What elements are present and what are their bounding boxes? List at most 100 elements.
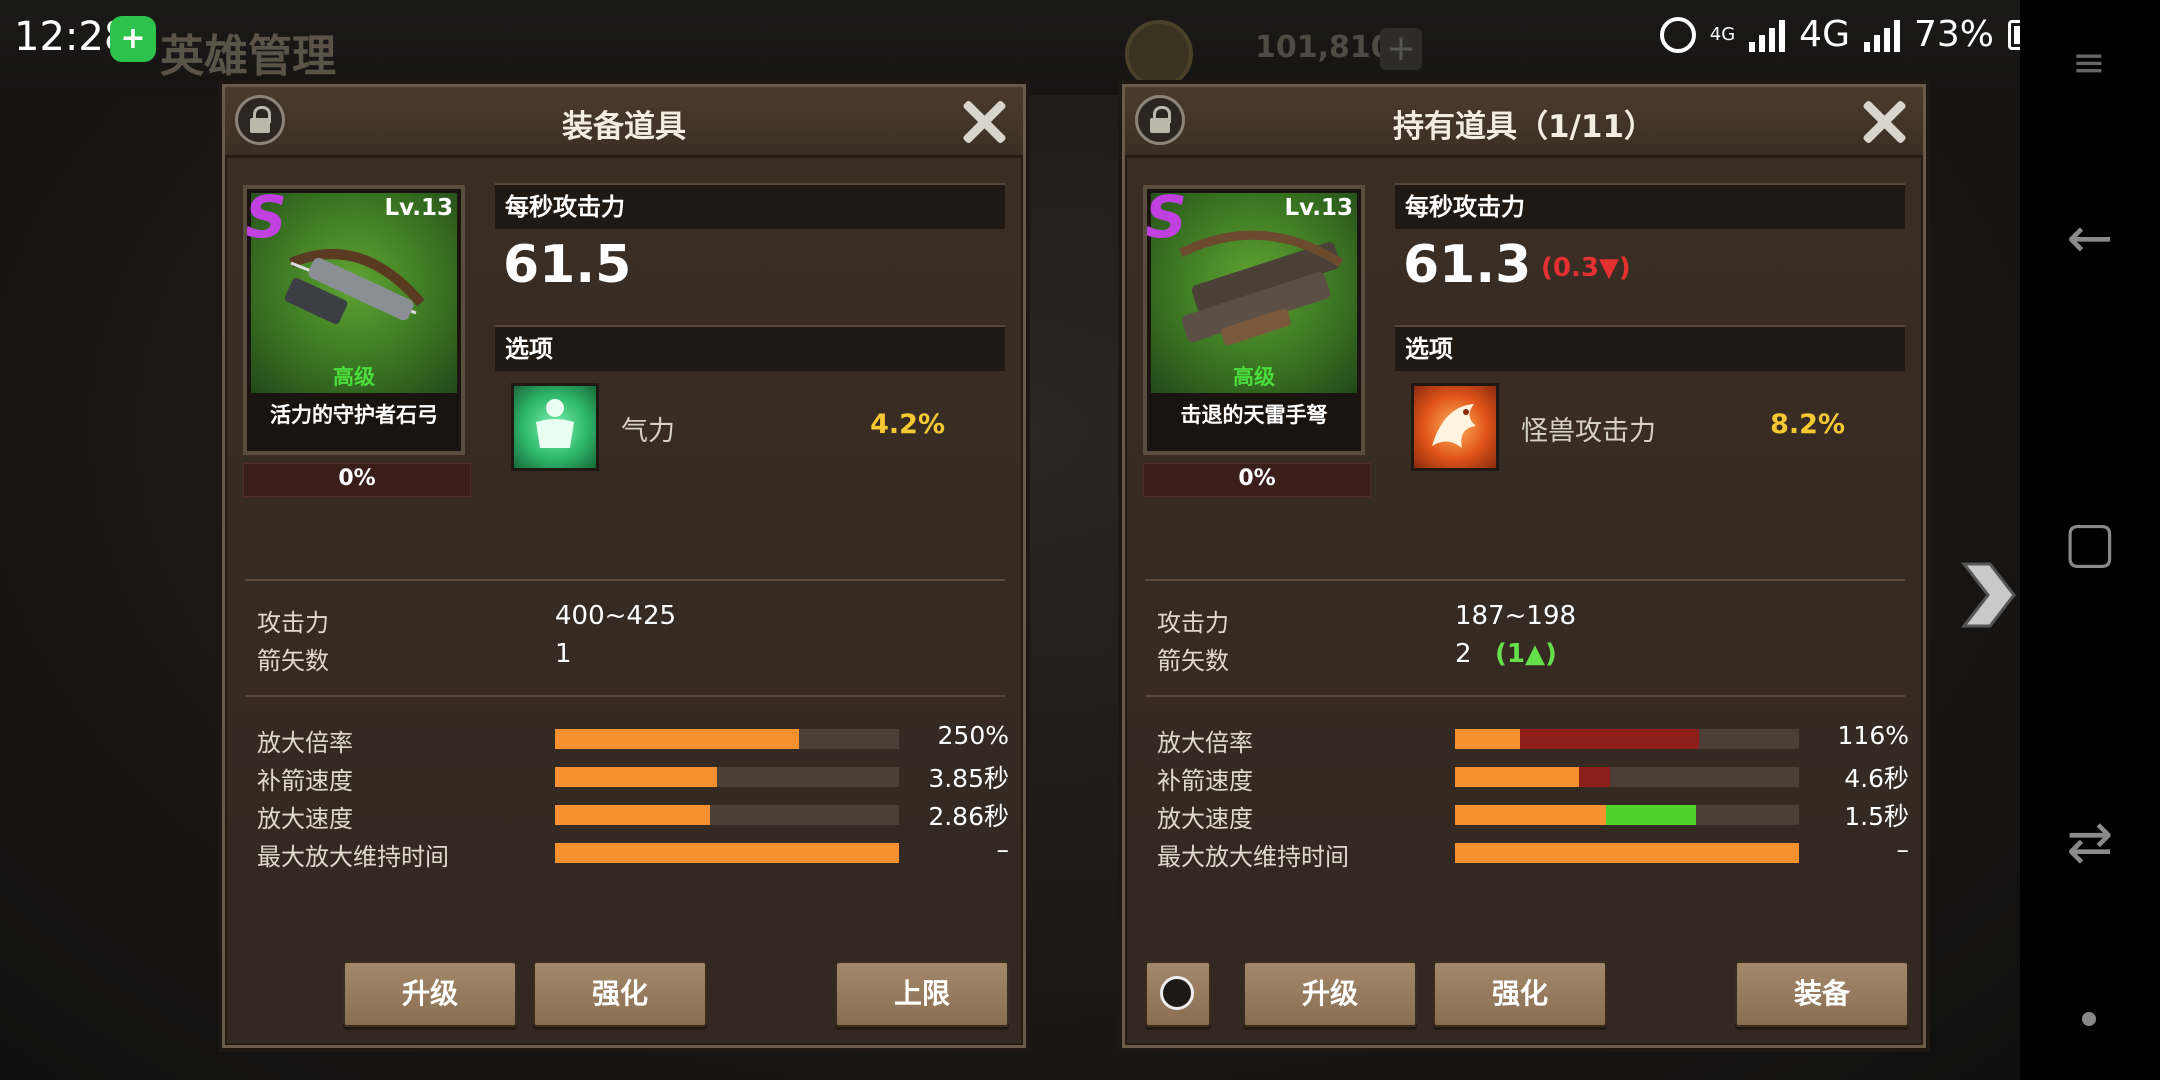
bar-label: 补箭速度 xyxy=(1157,767,1253,795)
recent-apps-icon[interactable]: ▢ xyxy=(2060,510,2120,575)
enhance-button[interactable]: 强化 xyxy=(1433,961,1607,1027)
stat-label: 攻击力 xyxy=(1157,609,1229,637)
bar-label: 最大放大维持时间 xyxy=(1157,843,1349,871)
close-icon[interactable] xyxy=(1859,95,1909,145)
upgrade-button[interactable]: 升级 xyxy=(343,961,517,1027)
status-right: 4G 4G 73% xyxy=(1659,14,2076,55)
options-header: 选项 xyxy=(1395,327,1905,371)
bar-label: 放大倍率 xyxy=(257,729,353,757)
bar-fill xyxy=(555,843,899,863)
alarm-icon xyxy=(1659,16,1696,53)
option-icon xyxy=(511,383,599,471)
upgrade-button[interactable]: 升级 xyxy=(1243,961,1417,1027)
equipped-item-panel: 装备道具 S Lv.13 高级 活力的守护者石弓 0% 每秒攻击力 61.5 选… xyxy=(222,84,1026,1048)
item-name: 活力的守护者石弓 xyxy=(270,403,438,427)
divider xyxy=(1145,695,1905,697)
item-level: Lv.13 xyxy=(1284,195,1353,221)
divider xyxy=(245,579,1005,581)
option-icon xyxy=(1411,383,1499,471)
nav-dot-icon xyxy=(2082,1012,2096,1026)
option-value: 4.2% xyxy=(870,409,945,440)
stat-value: 2 xyxy=(1455,639,1472,669)
stat-bar xyxy=(1455,767,1799,787)
stat-label: 箭矢数 xyxy=(1157,647,1229,675)
stat-value: 1 xyxy=(555,639,572,669)
battery-percent: 73% xyxy=(1913,14,1994,55)
item-grade: 高级 xyxy=(1233,365,1275,389)
item-name: 击退的天雷手弩 xyxy=(1180,403,1328,427)
item-card[interactable]: S Lv.13 高级 活力的守护者石弓 xyxy=(243,185,465,455)
divider xyxy=(1145,579,1905,581)
bar-value: – xyxy=(1896,835,1910,864)
panel-header: 持有道具（1/11） xyxy=(1125,87,1923,158)
divider xyxy=(245,695,1005,697)
panel-header: 装备道具 xyxy=(225,87,1023,158)
panel-title: 持有道具（1/11） xyxy=(1392,109,1656,145)
bar-fill xyxy=(1455,767,1579,787)
panel-title: 装备道具 xyxy=(562,109,686,145)
system-nav-bar: ≡ ← ▢ ⇄ xyxy=(2020,0,2160,1080)
next-arrow-icon[interactable] xyxy=(1960,560,2016,630)
item-card[interactable]: S Lv.13 高级 击退的天雷手弩 xyxy=(1143,185,1365,455)
dps-value: 61.3 xyxy=(1403,235,1532,295)
bar-fill xyxy=(1455,843,1799,863)
switch-icon[interactable]: ⇄ xyxy=(2060,810,2120,875)
stat-bar xyxy=(555,767,899,787)
bar-label: 最大放大维持时间 xyxy=(257,843,449,871)
bar-label: 补箭速度 xyxy=(257,767,353,795)
status-bar: 12:28 + 4G 4G 73% xyxy=(0,0,2160,80)
menu-icon[interactable]: ≡ xyxy=(2072,40,2106,86)
bar-value: 3.85秒 xyxy=(928,764,1009,793)
signal-icon-2 xyxy=(1863,18,1900,52)
rank-badge: S xyxy=(245,185,287,251)
bar-fill xyxy=(1455,729,1521,749)
signal-icon xyxy=(1749,18,1786,52)
bar-fill xyxy=(555,767,717,787)
stat-bar xyxy=(1455,805,1799,825)
bar-loss xyxy=(1520,729,1700,749)
enhance-button[interactable]: 强化 xyxy=(533,961,707,1027)
stat-label: 箭矢数 xyxy=(257,647,329,675)
back-icon[interactable]: ← xyxy=(2060,206,2120,271)
bar-value: 116% xyxy=(1837,721,1909,750)
stat-bar xyxy=(555,729,899,749)
equip-button[interactable]: 装备 xyxy=(1735,961,1909,1027)
stat-bar xyxy=(1455,843,1799,863)
options-header: 选项 xyxy=(495,327,1005,371)
item-xp-text: 0% xyxy=(1238,466,1276,491)
bar-loss xyxy=(1578,767,1610,787)
dps-header: 每秒攻击力 xyxy=(1395,185,1905,229)
owned-item-panel: 持有道具（1/11） S Lv.13 高级 击退的天雷手弩 0% 每秒攻击力 6… xyxy=(1122,84,1926,1048)
item-xp-text: 0% xyxy=(338,466,376,491)
limit-button[interactable]: 上限 xyxy=(835,961,1009,1027)
network-label: 4G xyxy=(1799,14,1850,55)
dps-value: 61.5 xyxy=(503,235,632,295)
item-grade: 高级 xyxy=(333,365,375,389)
dps-diff: (0.3▼) xyxy=(1541,253,1631,283)
option-name: 怪兽攻击力 xyxy=(1521,416,1656,447)
item-xp-bar: 0% xyxy=(243,463,471,497)
compare-button[interactable] xyxy=(1145,961,1211,1027)
bar-value: 2.86秒 xyxy=(928,802,1009,831)
option-name: 气力 xyxy=(621,416,675,447)
bar-fill xyxy=(555,805,710,825)
stat-value: 400~425 xyxy=(555,601,677,631)
stat-label: 攻击力 xyxy=(257,609,329,637)
bar-gain xyxy=(1606,805,1696,825)
bar-value: 4.6秒 xyxy=(1844,764,1909,793)
bar-value: – xyxy=(996,835,1010,864)
bar-label: 放大倍率 xyxy=(1157,729,1253,757)
rank-badge: S xyxy=(1145,185,1187,251)
bar-value: 1.5秒 xyxy=(1844,802,1909,831)
network-small-label: 4G xyxy=(1709,23,1736,45)
dps-header: 每秒攻击力 xyxy=(495,185,1005,229)
stat-bar xyxy=(555,805,899,825)
app-notification-icon: + xyxy=(110,16,156,62)
bar-value: 250% xyxy=(937,721,1009,750)
stat-diff: (1▲) xyxy=(1495,639,1557,669)
close-icon[interactable] xyxy=(959,95,1009,145)
bar-fill xyxy=(1455,805,1607,825)
item-xp-bar: 0% xyxy=(1143,463,1371,497)
item-level: Lv.13 xyxy=(384,195,453,221)
bar-fill xyxy=(555,729,800,749)
